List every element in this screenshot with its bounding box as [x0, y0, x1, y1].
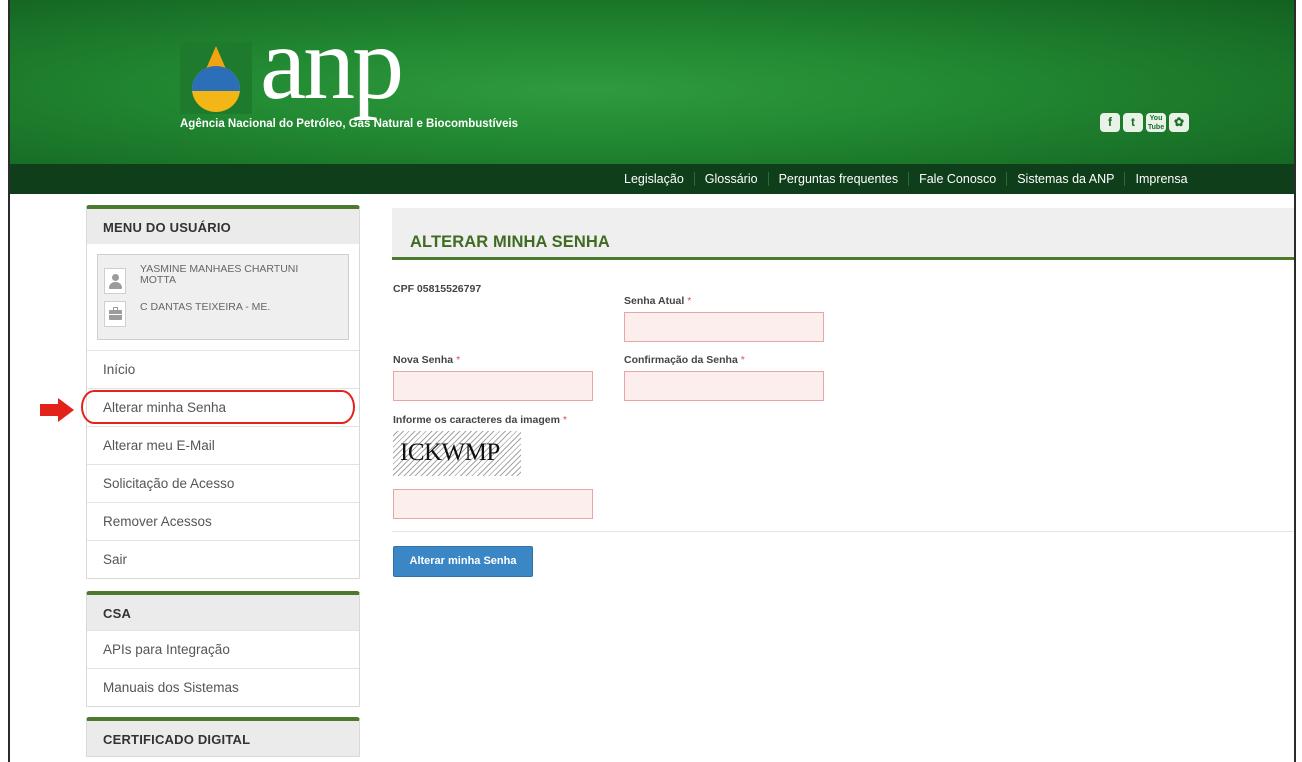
csa-menu-title: CSA — [87, 595, 359, 630]
csa-menu-panel: CSA APIs para Integração Manuais dos Sis… — [86, 591, 360, 707]
sidebar-item-inicio[interactable]: Início — [87, 350, 359, 388]
user-company: C DANTAS TEIXEIRA - ME. — [140, 301, 271, 313]
user-menu-panel: MENU DO USUÁRIO YASMINE MANHAES CHARTUNI… — [81, 205, 360, 579]
confirm-password-field[interactable] — [624, 371, 824, 401]
sidebar-item-apis-integracao[interactable]: APIs para Integração — [87, 630, 359, 668]
current-password-label: Senha Atual * — [624, 295, 692, 307]
anp-logo-text[interactable]: anp — [260, 12, 404, 116]
browser-frame: anp Agência Nacional do Petróleo, Gás Na… — [8, 0, 1296, 762]
page-title: ALTERAR MINHA SENHA — [410, 233, 610, 251]
sidebar-item-sair[interactable]: Sair — [87, 540, 359, 578]
user-menu-title: MENU DO USUÁRIO — [87, 209, 359, 244]
sidebar-item-alterar-senha[interactable]: Alterar minha Senha — [81, 388, 359, 426]
user-icon — [104, 268, 126, 294]
confirm-password-label: Confirmação da Senha * — [624, 354, 745, 366]
youtube-icon[interactable]: You Tube — [1146, 113, 1166, 132]
captcha-image: ICKWMP — [393, 431, 521, 476]
nav-glossario[interactable]: Glossário — [693, 172, 768, 186]
new-password-field[interactable] — [393, 371, 593, 401]
sidebar-item-remover-acessos[interactable]: Remover Acessos — [87, 502, 359, 540]
oil-drop-icon — [192, 46, 240, 112]
red-arrow-annotation — [40, 398, 76, 422]
captcha-label: Informe os caracteres da imagem * — [393, 414, 568, 426]
flickr-icon[interactable]: ✿ — [1169, 113, 1189, 132]
nav-legislacao[interactable]: Legislação — [618, 172, 694, 186]
cert-menu-title: CERTIFICADO DIGITAL — [87, 721, 359, 756]
sidebar-item-alterar-email[interactable]: Alterar meu E-Mail — [87, 426, 359, 464]
change-password-button[interactable]: Alterar minha Senha — [393, 546, 533, 577]
social-links: f t You Tube ✿ — [1100, 113, 1189, 132]
user-name: YASMINE MANHAES CHARTUNI MOTTA — [140, 263, 299, 286]
sidebar-item-solicitacao-acesso[interactable]: Solicitação de Acesso — [87, 464, 359, 502]
page-title-bar: ALTERAR MINHA SENHA — [392, 208, 1294, 260]
nav-imprensa[interactable]: Imprensa — [1124, 172, 1197, 186]
new-password-label: Nova Senha * — [393, 354, 461, 366]
sidebar-item-manuais-sistemas[interactable]: Manuais dos Sistemas — [87, 668, 359, 706]
site-header: anp Agência Nacional do Petróleo, Gás Na… — [10, 0, 1294, 164]
form-divider — [392, 531, 1294, 532]
cert-menu-panel: CERTIFICADO DIGITAL — [86, 717, 360, 757]
anp-logo-mark[interactable] — [180, 42, 252, 114]
facebook-icon[interactable]: f — [1100, 113, 1120, 132]
top-navigation: Legislação Glossário Perguntas frequente… — [10, 164, 1294, 194]
nav-sistemas-anp[interactable]: Sistemas da ANP — [1006, 172, 1124, 186]
captcha-field[interactable] — [393, 489, 593, 519]
briefcase-icon — [104, 301, 126, 327]
cpf-value: CPF 05815526797 — [393, 283, 482, 295]
twitter-icon[interactable]: t — [1123, 113, 1143, 132]
user-info-box: YASMINE MANHAES CHARTUNI MOTTA C DANTAS … — [97, 254, 349, 340]
highlight-annotation — [81, 390, 355, 424]
agency-name: Agência Nacional do Petróleo, Gás Natura… — [180, 118, 519, 130]
current-password-field[interactable] — [624, 312, 824, 342]
nav-fale-conosco[interactable]: Fale Conosco — [908, 172, 1006, 186]
nav-perguntas-frequentes[interactable]: Perguntas frequentes — [767, 172, 909, 186]
